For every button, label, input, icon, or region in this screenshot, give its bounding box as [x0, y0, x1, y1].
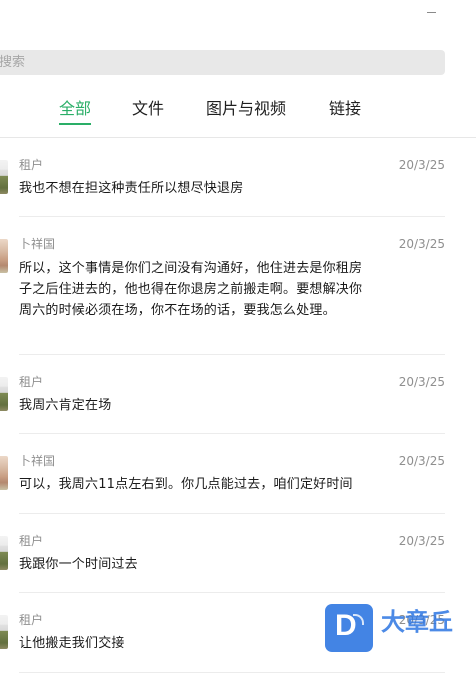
message-text: 我跟你一个时间过去 [19, 557, 138, 572]
search-input[interactable]: 搜索 [0, 50, 445, 75]
message-date: 20/3/25 [398, 158, 445, 172]
message-sender: 租户 [19, 613, 44, 627]
message-sender: 租户 [19, 534, 44, 548]
message-text: 我周六肯定在场 [19, 398, 112, 413]
renter-avatar [0, 536, 8, 570]
title-bar [0, 0, 476, 28]
message-item[interactable]: 租户 20/3/25 我周六肯定在场 [0, 355, 476, 434]
message-sender: 租户 [19, 375, 44, 389]
message-date: 20/3/25 [398, 534, 445, 548]
message-item[interactable]: 卜祥国 20/3/25 可以，我周六11点左右到。你几点能过去，咱们定好时间 [0, 434, 476, 514]
renter-avatar [0, 615, 8, 649]
search-placeholder: 搜索 [0, 55, 26, 70]
message-item[interactable]: 租户 20/3/25 让他搬走我们交接 [0, 593, 476, 673]
tab-images-videos[interactable]: 图片与视频 [206, 97, 286, 121]
renter-avatar [0, 377, 8, 411]
message-item[interactable]: 卜祥国 20/3/25 所以，这个事情是你们之间没有沟通好，他住进去是你租房子之… [0, 217, 476, 355]
search-results-list: 租户 20/3/25 我也不想在担这种责任所以想尽快退房 卜祥国 20/3/25… [0, 138, 476, 680]
message-divider [19, 672, 445, 673]
message-text: 让他搬走我们交接 [19, 636, 125, 651]
message-date: 20/3/25 [398, 454, 445, 468]
message-sender: 卜祥国 [19, 454, 56, 468]
message-sender: 卜祥国 [19, 237, 56, 251]
message-text: 所以，这个事情是你们之间没有沟通好，他住进去是你租房子之后住进去的，他也得在你退… [19, 261, 363, 318]
message-sender: 租户 [19, 158, 44, 172]
tab-all[interactable]: 全部 [59, 97, 92, 125]
landlord-avatar [0, 239, 8, 273]
tab-links[interactable]: 链接 [329, 97, 361, 121]
minimize-icon[interactable] [424, 5, 440, 19]
message-date: 20/3/25 [398, 613, 445, 627]
message-item[interactable]: 租户 20/3/25 我也不想在担这种责任所以想尽快退房 [0, 138, 476, 217]
filter-tabs: 全部 文件 图片与视频 链接 [0, 97, 476, 127]
message-date: 20/3/25 [398, 375, 445, 389]
message-item[interactable]: 租户 20/3/25 我跟你一个时间过去 [0, 514, 476, 593]
message-text: 可以，我周六11点左右到。你几点能过去，咱们定好时间 [19, 477, 353, 492]
message-date: 20/3/25 [398, 237, 445, 251]
renter-avatar [0, 160, 8, 194]
message-text: 我也不想在担这种责任所以想尽快退房 [19, 181, 244, 196]
tab-files[interactable]: 文件 [132, 97, 164, 121]
landlord-avatar [0, 456, 8, 490]
